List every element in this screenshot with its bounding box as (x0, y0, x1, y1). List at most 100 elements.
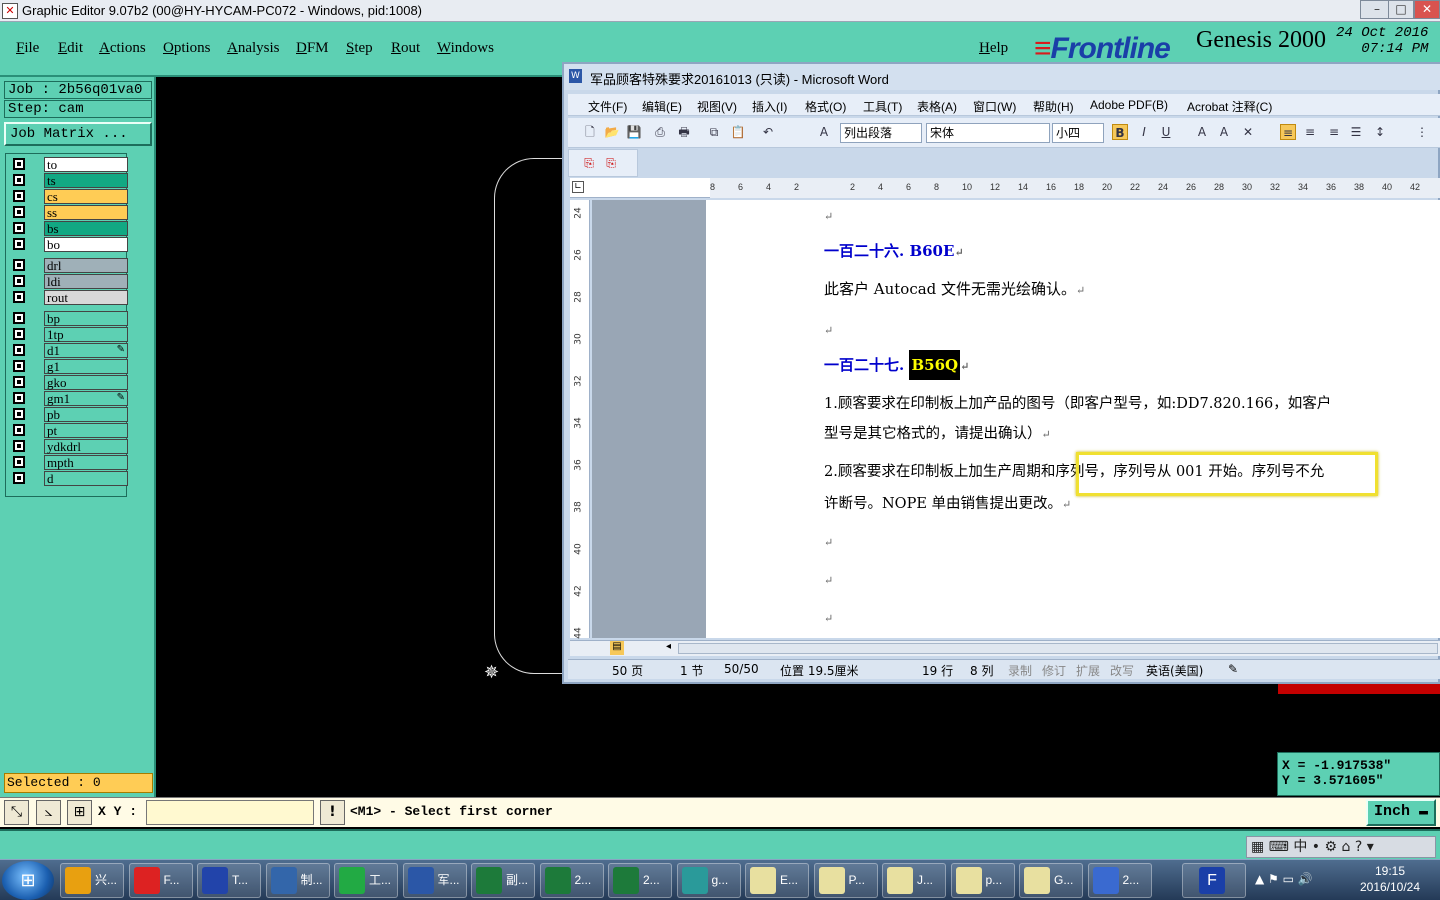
italic-button[interactable]: I (1136, 124, 1152, 140)
ime-bar[interactable]: ▦ ⌨ 中 • ⚙ ⌂ ? ▾ (1246, 836, 1436, 858)
close-button[interactable]: ✕ (1414, 0, 1440, 19)
layer-name[interactable]: gm1 (44, 391, 128, 406)
font-select[interactable]: 宋体 (926, 123, 1050, 143)
layer-checkbox[interactable] (13, 259, 25, 271)
layer-name[interactable]: ldi (44, 274, 128, 289)
units-button[interactable]: Inch ▬ (1366, 799, 1436, 826)
layer-row[interactable]: gm1 ✎ (10, 391, 128, 406)
open-icon[interactable]: 📂 (604, 124, 620, 140)
measure-icon[interactable]: ⦣ (36, 800, 61, 825)
layer-row[interactable]: gko (10, 375, 128, 390)
layer-row[interactable]: ldi (10, 274, 128, 289)
taskbar-item[interactable]: 2... (539, 863, 604, 898)
word-menu-adobe-pdf[interactable]: Adobe PDF(B) (1090, 98, 1168, 112)
layer-checkbox[interactable] (13, 392, 25, 404)
layer-name[interactable]: 1tp (44, 327, 128, 342)
scroll-left-icon[interactable]: ◂ (666, 641, 671, 652)
layer-checkbox[interactable] (13, 424, 25, 436)
menu-step[interactable]: Step (346, 40, 373, 57)
layer-row[interactable]: pb (10, 407, 128, 422)
layer-checkbox[interactable] (13, 291, 25, 303)
layer-row[interactable]: d1 ✎ (10, 343, 128, 358)
layer-checkbox[interactable] (13, 472, 25, 484)
horizontal-scrollbar[interactable]: ▤ ◂ (570, 640, 1440, 656)
print-preview-icon[interactable]: 🖶 (676, 124, 692, 140)
layer-name[interactable]: d (44, 471, 128, 486)
layer-name[interactable]: pb (44, 407, 128, 422)
layer-checkbox[interactable] (13, 275, 25, 287)
taskbar-item[interactable]: P... (813, 863, 878, 898)
layer-checkbox[interactable] (13, 174, 25, 186)
align-justify-icon[interactable]: ≡ (1280, 124, 1296, 140)
taskbar-item[interactable]: J... (882, 863, 946, 898)
underline-button[interactable]: U (1158, 124, 1174, 140)
layer-checkbox[interactable] (13, 440, 25, 452)
menu-actions[interactable]: Actions (99, 40, 146, 57)
taskbar-item[interactable]: F... (128, 863, 193, 898)
undo-icon[interactable]: ↶ (760, 124, 776, 140)
layer-row[interactable]: bs (10, 221, 128, 236)
layer-checkbox[interactable] (13, 206, 25, 218)
new-doc-icon[interactable]: 🗋 (582, 124, 598, 140)
style-select[interactable]: 列出段落 (840, 123, 922, 143)
distribute-icon[interactable]: ☰ (1348, 124, 1364, 140)
alert-icon[interactable]: ! (320, 800, 345, 825)
line-spacing-icon[interactable]: ↕ (1372, 124, 1388, 140)
word-menu-tools[interactable]: 工具(T) (863, 98, 902, 115)
menu-edit[interactable]: Edit (58, 40, 83, 57)
status-rev[interactable]: 修订 (1042, 662, 1066, 679)
layer-name[interactable]: g1 (44, 359, 128, 374)
layer-row[interactable]: rout (10, 290, 128, 305)
pdf-email-icon[interactable]: ⎘ (603, 155, 619, 171)
layer-row[interactable]: ts (10, 173, 128, 188)
layer-name[interactable]: bo (44, 237, 128, 252)
taskbar-item[interactable]: g... (676, 863, 741, 898)
document-page[interactable]: ↵ 一百二十六. B60E↵ 此客户 Autocad 文件无需光绘确认。↵ ↵ … (706, 200, 1440, 638)
layer-row[interactable]: 1tp (10, 327, 128, 342)
word-menu-file[interactable]: 文件(F) (588, 98, 627, 115)
layer-checkbox[interactable] (13, 360, 25, 372)
align-center-icon[interactable]: ≡ (1302, 124, 1318, 140)
layer-name[interactable]: bs (44, 221, 128, 236)
layer-name[interactable]: drl (44, 258, 128, 273)
layer-row[interactable]: cs (10, 189, 128, 204)
status-rec[interactable]: 录制 (1008, 662, 1032, 679)
maximize-button[interactable]: □ (1388, 0, 1414, 19)
scroll-thumb[interactable] (678, 643, 1438, 654)
pdf-convert-icon[interactable]: ⎘ (581, 155, 597, 171)
layer-row[interactable]: ss (10, 205, 128, 220)
word-menu-acrobat[interactable]: Acrobat 注释(C) (1187, 98, 1272, 115)
menu-help[interactable]: Help (979, 40, 1008, 57)
layer-name[interactable]: pt (44, 423, 128, 438)
word-menu-help[interactable]: 帮助(H) (1033, 98, 1074, 115)
word-menu-window[interactable]: 窗口(W) (973, 98, 1016, 115)
taskbar-item[interactable]: 工... (334, 863, 398, 898)
layer-checkbox[interactable] (13, 328, 25, 340)
layer-checkbox[interactable] (13, 408, 25, 420)
menu-file[interactable]: File (16, 40, 39, 57)
char-shading-icon[interactable]: A (1216, 124, 1232, 140)
layer-row[interactable]: g1 (10, 359, 128, 374)
taskbar-item[interactable]: 副... (471, 863, 535, 898)
layer-name[interactable]: ydkdrl (44, 439, 128, 454)
taskbar-item[interactable]: 2... (1087, 863, 1152, 898)
layer-row[interactable]: pt (10, 423, 128, 438)
layer-row[interactable]: ydkdrl (10, 439, 128, 454)
layer-row[interactable]: bo (10, 237, 128, 252)
start-button[interactable]: ⊞ (2, 861, 54, 900)
print-icon[interactable]: ⎙ (652, 124, 668, 140)
layer-checkbox[interactable] (13, 456, 25, 468)
taskbar-item[interactable]: p... (950, 863, 1015, 898)
numbering-icon[interactable]: ⋮ (1414, 124, 1430, 140)
menu-analysis[interactable]: Analysis (227, 40, 280, 57)
tab-selector[interactable]: ∟ (572, 181, 584, 193)
bold-button[interactable]: B (1112, 124, 1128, 140)
layer-checkbox[interactable] (13, 376, 25, 388)
layer-row[interactable]: drl (10, 258, 128, 273)
status-ext[interactable]: 扩展 (1076, 662, 1100, 679)
word-menu-edit[interactable]: 编辑(E) (642, 98, 682, 115)
layer-name[interactable]: ts (44, 173, 128, 188)
print-layout-view-icon[interactable]: ▤ (610, 641, 624, 655)
layer-row[interactable]: d (10, 471, 128, 486)
layer-checkbox[interactable] (13, 312, 25, 324)
